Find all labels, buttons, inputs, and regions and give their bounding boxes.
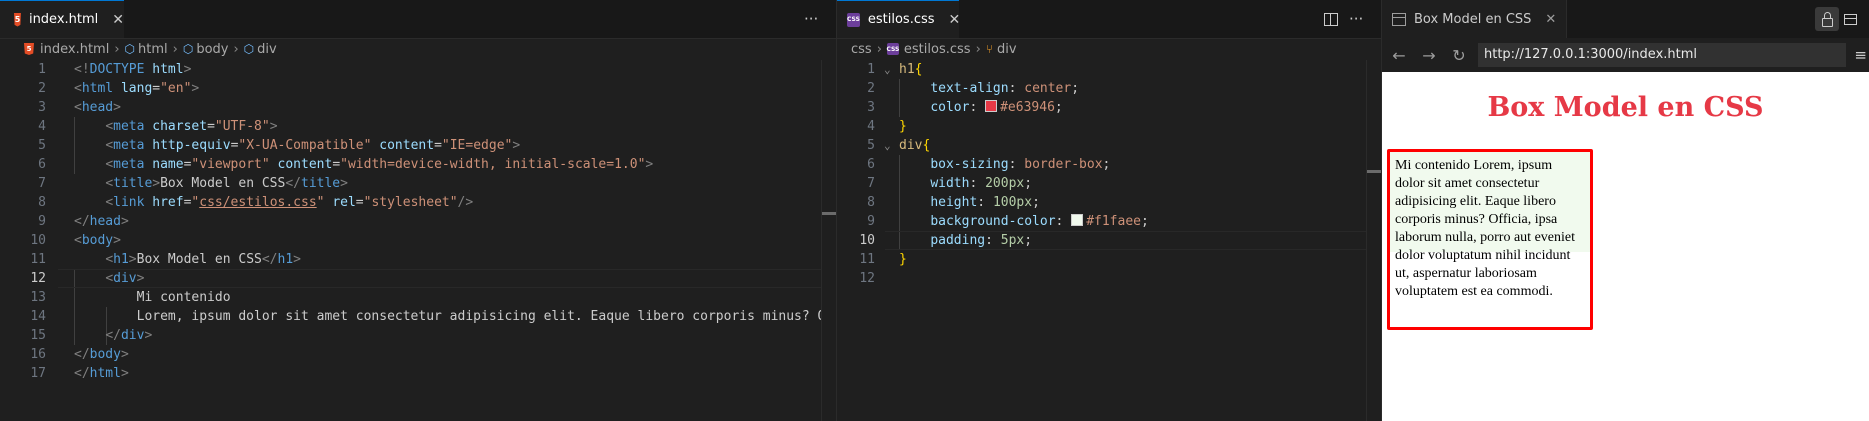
vertical-scrollbar[interactable]	[821, 60, 836, 421]
color-swatch[interactable]	[1071, 214, 1084, 226]
breadcrumb-item[interactable]: index.html	[40, 42, 109, 57]
code-line: 2 text-align: center;	[867, 81, 1080, 96]
page-heading: Box Model en CSS	[1487, 92, 1764, 123]
selector-icon: ⑂	[985, 42, 993, 56]
browser-tabbar: Box Model en CSS ✕	[1382, 0, 1869, 39]
code-line: 4}	[867, 119, 907, 134]
code-line: 1 <!DOCTYPE html>	[38, 62, 192, 77]
code-line: 7 <title>Box Model en CSS</title>	[38, 176, 348, 191]
code-line: 11 <h1>Box Model en CSS</h1>	[30, 252, 301, 267]
lock-icon[interactable]	[1815, 7, 1839, 31]
code-line: 1 ⌄ h1{	[867, 60, 923, 79]
code-line: 5 ⌄ div{	[867, 136, 931, 155]
css-code-area[interactable]: 1 ⌄ h1{ 2 text-align: center; 3 color: #e6…	[837, 60, 1381, 288]
html-editor-pane: 5 index.html ✕ ··· 5 index.html › ⬡ html…	[0, 0, 836, 421]
code-line: 11}	[859, 252, 907, 267]
code-line: 17 </html>	[30, 366, 129, 381]
tab-label: Box Model en CSS	[1414, 11, 1532, 27]
split-editor-icon[interactable]	[1324, 0, 1338, 38]
browser-tab-icon	[1392, 12, 1406, 26]
code-line: 15 </div>	[30, 328, 153, 343]
more-actions-icon[interactable]	[1844, 0, 1857, 38]
code-line: 13 Mi contenido	[30, 290, 231, 305]
code-line-current: 10 padding: 5px;	[859, 233, 1033, 248]
code-line: 7 width: 200px;	[867, 176, 1033, 191]
breadcrumb-item[interactable]: estilos.css	[904, 42, 971, 57]
close-icon[interactable]: ✕	[112, 12, 124, 28]
html-code-area[interactable]: 1 <!DOCTYPE html> 2 <html lang="en"> 3 <hea…	[0, 60, 836, 383]
html5-icon: 5	[14, 12, 21, 27]
css-icon: CSS	[847, 12, 860, 27]
forward-arrow-icon[interactable]: →	[1414, 46, 1444, 65]
back-arrow-icon[interactable]: ←	[1384, 46, 1414, 65]
breadcrumb-item[interactable]: css	[851, 42, 872, 57]
breadcrumb-item[interactable]: html	[138, 42, 168, 57]
breadcrumb-item[interactable]: body	[196, 42, 228, 57]
tab-index-html[interactable]: 5 index.html ✕	[0, 0, 124, 38]
chevron-down-icon[interactable]: ⌄	[884, 60, 891, 79]
scrollbar-thumb[interactable]	[1367, 170, 1381, 173]
breadcrumb-item[interactable]: div	[997, 42, 1017, 57]
chevron-right-icon: ›	[233, 41, 239, 57]
chevron-right-icon: ›	[876, 41, 882, 57]
code-line: 6 <meta name="viewport" content="width=d…	[38, 157, 654, 172]
element-icon: ⬡	[243, 42, 255, 56]
close-icon[interactable]: ✕	[949, 12, 961, 28]
more-actions-icon[interactable]: ···	[804, 0, 818, 38]
code-line: 16 </body>	[30, 347, 129, 362]
code-line-current: 12 <div>	[30, 271, 145, 286]
code-line: 8 <link href="css/estilos.css" rel="styl…	[38, 195, 474, 210]
code-line: 9 background-color: #f1faee;	[867, 214, 1149, 229]
code-line: 4 <meta charset="UTF-8">	[38, 119, 278, 134]
code-line: 14 Lorem, ipsum dolor sit amet consectet…	[30, 309, 836, 324]
css-icon: CSS	[886, 43, 899, 55]
code-line: 3 <head>	[38, 100, 121, 115]
scrollbar-thumb[interactable]	[822, 212, 836, 215]
menu-icon[interactable]: ≡	[1854, 46, 1867, 64]
chevron-right-icon: ›	[975, 41, 981, 57]
breadcrumb: 5 index.html › ⬡ html › ⬡ body › ⬡ div	[0, 38, 836, 60]
chevron-right-icon: ›	[114, 41, 120, 57]
chevron-right-icon: ›	[172, 41, 178, 57]
code-line: 9 </head>	[38, 214, 129, 229]
code-line: 3 color: #e63946;	[867, 100, 1063, 115]
code-line: 8 height: 100px;	[867, 195, 1040, 210]
code-line: 5 <meta http-equiv="X-UA-Compatible" con…	[38, 138, 521, 153]
code-line: 6 box-sizing: border-box;	[867, 157, 1111, 172]
css-editor-tabbar: CSS estilos.css ✕ ···	[837, 0, 1381, 39]
breadcrumb-item[interactable]: div	[257, 42, 277, 57]
element-icon: ⬡	[182, 42, 194, 56]
tab-estilos-css[interactable]: CSS estilos.css ✕	[837, 0, 961, 38]
page-viewport: Box Model en CSS Mi contenido Lorem, ips…	[1382, 72, 1869, 421]
reload-icon[interactable]: ↻	[1444, 46, 1474, 65]
browser-navbar: ← → ↻ http://127.0.0.1:3000/index.html ≡	[1382, 38, 1869, 72]
code-line: 10 <body>	[30, 233, 121, 248]
tab-box-model[interactable]: Box Model en CSS ✕	[1382, 0, 1568, 38]
breadcrumb: css › CSS estilos.css › ⑂ div	[837, 38, 1381, 60]
css-editor-pane: CSS estilos.css ✕ ··· css › CSS estilos.…	[836, 0, 1381, 421]
element-icon: ⬡	[124, 42, 135, 56]
div-content-text: Mi contenido Lorem, ipsum dolor sit amet…	[1395, 158, 1575, 299]
vertical-scrollbar[interactable]	[1366, 60, 1381, 421]
chevron-down-icon[interactable]: ⌄	[884, 136, 891, 155]
code-line: 12	[859, 271, 875, 286]
browser-preview-pane: Box Model en CSS ✕ ← → ↻ http://127.0.0.…	[1381, 0, 1869, 421]
html5-icon: 5	[24, 43, 34, 55]
tab-label: estilos.css	[867, 12, 935, 27]
color-swatch[interactable]	[985, 100, 998, 112]
more-actions-icon[interactable]: ···	[1349, 0, 1363, 38]
html-editor-tabbar: 5 index.html ✕ ···	[0, 0, 836, 39]
code-line: 2 <html lang="en">	[38, 81, 200, 96]
close-icon[interactable]: ✕	[1545, 12, 1556, 27]
url-input[interactable]: http://127.0.0.1:3000/index.html	[1478, 43, 1846, 67]
tab-label: index.html	[28, 12, 99, 27]
